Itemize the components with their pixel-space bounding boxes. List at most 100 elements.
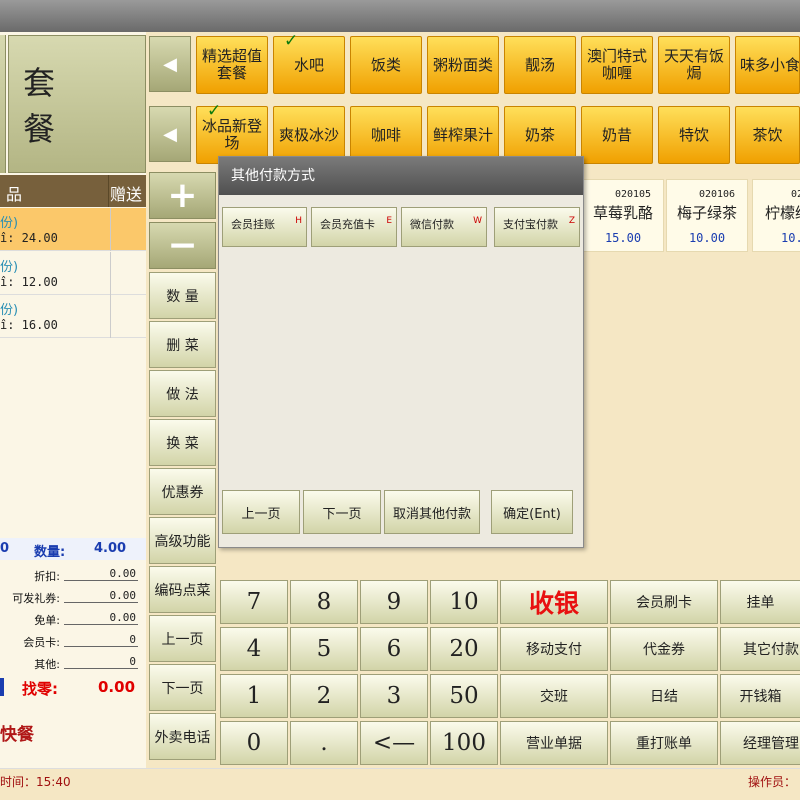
sum-value: 0 <box>0 541 10 556</box>
taocan-button[interactable]: 套 餐 <box>8 35 146 173</box>
takeout-phone-button[interactable]: 外卖电话 <box>149 713 216 760</box>
change-label: 找零: <box>22 680 58 698</box>
field-label: 会员卡: <box>23 636 60 649</box>
product-tile[interactable]: 020105 草莓乳酪 15.00 <box>582 179 664 252</box>
operator-label: 操作员： <box>748 775 797 789</box>
key-3[interactable]: 3 <box>360 674 428 718</box>
delete-item-button[interactable]: 删 菜 <box>149 321 216 368</box>
category-button[interactable]: 精选超值套餐 <box>196 36 268 94</box>
taocan-strip <box>0 35 6 173</box>
sum-row: 0 数量: 4.00 <box>0 538 146 560</box>
change-marker <box>0 678 4 696</box>
coupon-button[interactable]: 优惠券 <box>149 468 216 515</box>
payment-method-button[interactable]: 会员挂账 H <box>222 207 307 247</box>
product-tile[interactable]: 020106 梅子绿茶 10.00 <box>666 179 748 252</box>
category-button[interactable]: 粥粉面类 <box>427 36 499 94</box>
category-button[interactable]: 奶昔 <box>581 106 653 164</box>
confirm-button[interactable]: 确定(Ent) <box>491 490 573 534</box>
order-price: î: 12.00 <box>0 275 58 289</box>
voucher-button[interactable]: 代金券 <box>610 627 718 671</box>
shift-handover-button[interactable]: 交班 <box>500 674 608 718</box>
key-0[interactable]: 0 <box>220 721 288 765</box>
keypad: 7 8 9 10 收银 会员刷卡 挂单 4 5 6 20 移动支付 代金券 其它… <box>218 578 800 768</box>
check-icon: ✓ <box>207 101 222 121</box>
product-code: 020106 <box>698 189 736 200</box>
status-bar: 时间：15:40 操作员： <box>0 768 800 792</box>
field-value: 0 <box>64 633 138 647</box>
prev-category-arrow[interactable]: ◀ <box>149 36 191 92</box>
order-row[interactable]: 份) î: 16.00 <box>0 295 146 338</box>
category-button[interactable]: 茶饮 <box>735 106 800 164</box>
time-label: 时间：15:40 <box>0 775 71 789</box>
daily-close-button[interactable]: 日结 <box>610 674 718 718</box>
category-button[interactable]: 靓汤 <box>504 36 576 94</box>
key-10[interactable]: 10 <box>430 580 498 624</box>
key-5[interactable]: 5 <box>290 627 358 671</box>
product-name: 柠檬绿 <box>765 204 800 222</box>
category-button[interactable]: ✓ 水吧 <box>273 31 345 94</box>
advanced-button[interactable]: 高级功能 <box>149 517 216 564</box>
field-label: 免单: <box>34 614 60 627</box>
reprint-bill-button[interactable]: 重打账单 <box>610 721 718 765</box>
change-value: 0.00 <box>98 678 136 696</box>
check-icon: ✓ <box>284 31 299 51</box>
payment-method-button[interactable]: 支付宝付款 Z <box>494 207 580 247</box>
key-8[interactable]: 8 <box>290 580 358 624</box>
business-docs-button[interactable]: 营业单据 <box>500 721 608 765</box>
order-row[interactable]: 份) î: 12.00 <box>0 252 146 295</box>
key-100[interactable]: 100 <box>430 721 498 765</box>
method-button[interactable]: 做 法 <box>149 370 216 417</box>
prev-category-arrow[interactable]: ◀ <box>149 106 191 162</box>
category-button[interactable]: 天天有饭焗 <box>658 36 730 94</box>
qty-label: 数量: <box>34 545 66 560</box>
open-drawer-button[interactable]: 开钱箱 <box>720 674 800 718</box>
manager-button[interactable]: 经理管理 <box>720 721 800 765</box>
swap-item-button[interactable]: 换 菜 <box>149 419 216 466</box>
category-button[interactable]: 特饮 <box>658 106 730 164</box>
key-50[interactable]: 50 <box>430 674 498 718</box>
key-9[interactable]: 9 <box>360 580 428 624</box>
key-dot[interactable]: . <box>290 721 358 765</box>
key-6[interactable]: 6 <box>360 627 428 671</box>
dialog-prev-page-button[interactable]: 上一页 <box>222 490 300 534</box>
category-button[interactable]: 澳门特式咖喱 <box>581 36 653 94</box>
order-qty: 份) <box>0 260 19 275</box>
checkout-button[interactable]: 收银 <box>500 580 608 624</box>
dialog-next-page-button[interactable]: 下一页 <box>303 490 381 534</box>
member-swipe-button[interactable]: 会员刷卡 <box>610 580 718 624</box>
product-price: 15.00 <box>604 231 642 245</box>
triangle-left-icon: ◀ <box>163 123 177 145</box>
field-label: 其他: <box>34 658 60 671</box>
key-1[interactable]: 1 <box>220 674 288 718</box>
key-2[interactable]: 2 <box>290 674 358 718</box>
other-payment-dialog: 其他付款方式 会员挂账 H 会员充值卡 E 微信付款 W 支付宝付款 Z 上一页 下一页… <box>218 156 584 548</box>
window-titlebar <box>0 0 800 32</box>
plus-button[interactable]: + <box>149 172 216 219</box>
product-tile[interactable]: 02 柠檬绿 10. <box>752 179 800 252</box>
other-payment-button[interactable]: 其它付款 <box>720 627 800 671</box>
backspace-key[interactable]: <— <box>360 721 428 765</box>
key-7[interactable]: 7 <box>220 580 288 624</box>
field-discount: 折扣: 0.00 <box>0 564 146 586</box>
qty-button[interactable]: 数 量 <box>149 272 216 319</box>
change-row: 找零: 0.00 <box>0 676 146 700</box>
key-20[interactable]: 20 <box>430 627 498 671</box>
cancel-other-payment-button[interactable]: 取消其他付款 <box>384 490 480 534</box>
mobile-pay-button[interactable]: 移动支付 <box>500 627 608 671</box>
order-qty: 份) <box>0 303 19 318</box>
key-4[interactable]: 4 <box>220 627 288 671</box>
triangle-left-icon: ◀ <box>163 53 177 75</box>
code-order-button[interactable]: 编码点菜 <box>149 566 216 613</box>
order-row[interactable]: 份) î: 24.00 <box>0 208 146 251</box>
page-up-button[interactable]: 上一页 <box>149 615 216 662</box>
hang-order-button[interactable]: 挂单 <box>720 580 800 624</box>
category-button[interactable]: 饭类 <box>350 36 422 94</box>
minus-button[interactable]: − <box>149 222 216 269</box>
payment-method-button[interactable]: 微信付款 W <box>401 207 487 247</box>
field-member-card: 会员卡: 0 <box>0 630 146 652</box>
page-down-button[interactable]: 下一页 <box>149 664 216 711</box>
category-button[interactable]: 味多小食 <box>735 36 800 94</box>
payment-method-button[interactable]: 会员充值卡 E <box>311 207 397 247</box>
field-other: 其他: 0 <box>0 652 146 674</box>
order-qty: 份) <box>0 216 19 231</box>
